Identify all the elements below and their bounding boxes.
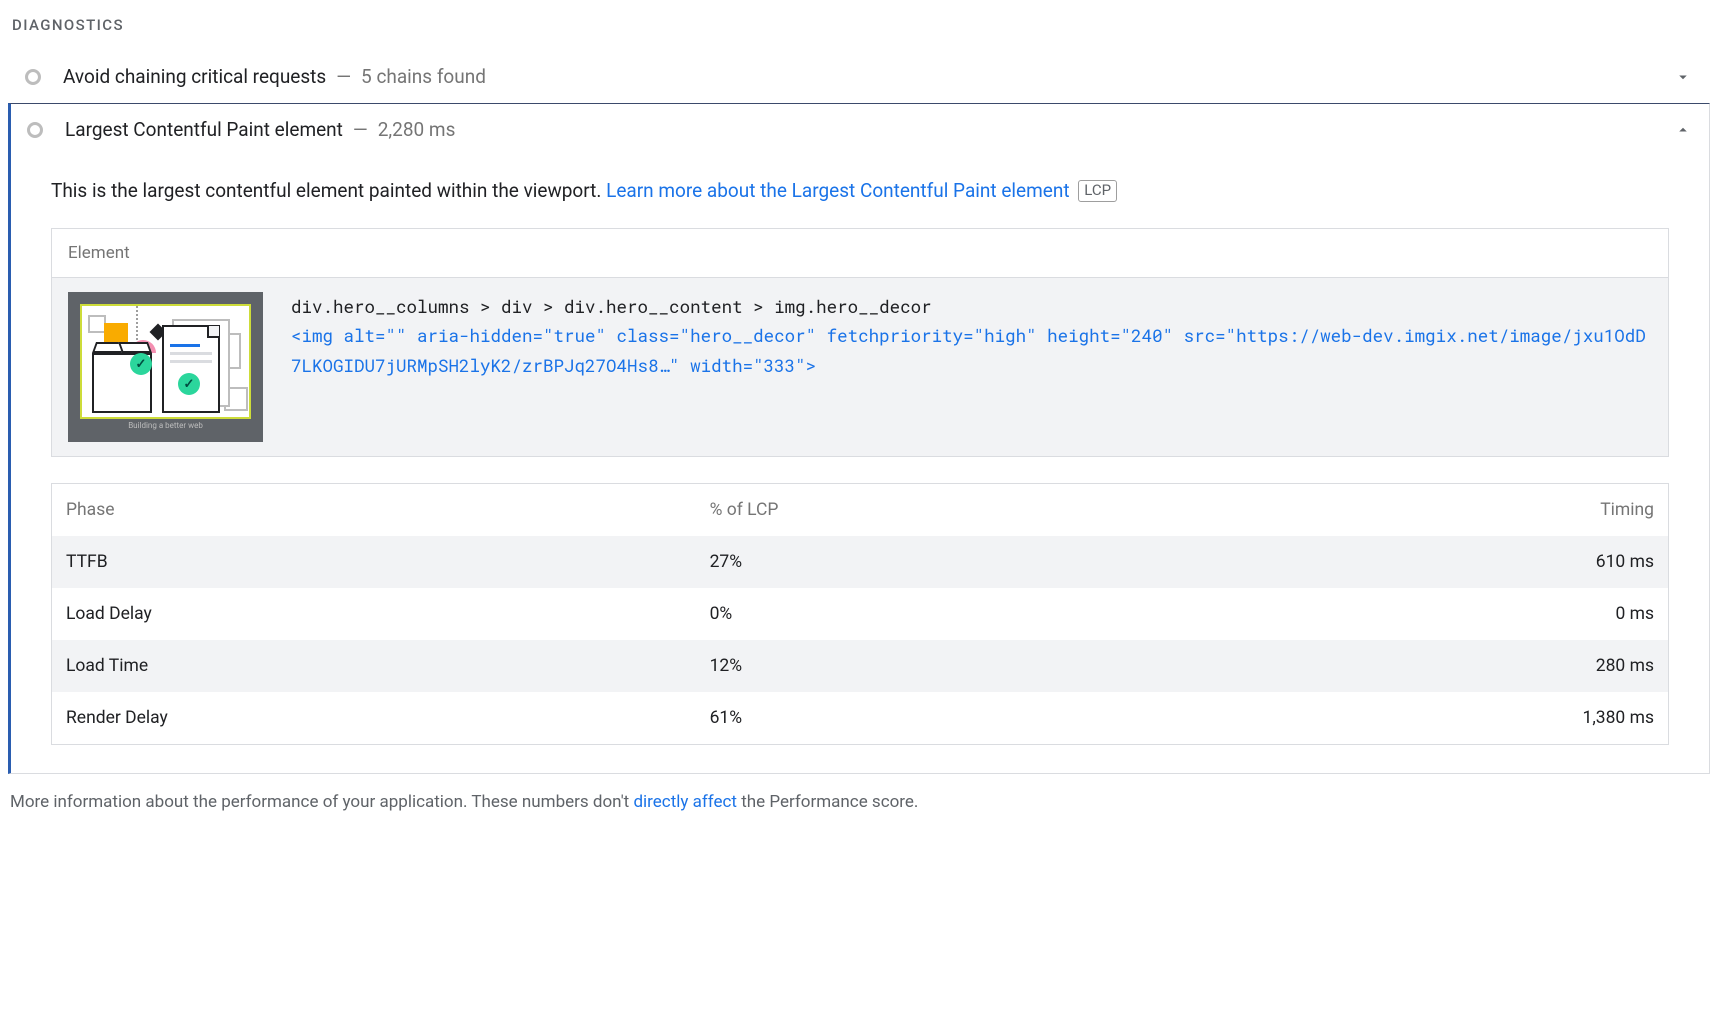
separator: — xyxy=(336,65,351,88)
element-text: div.hero__columns > div > div.hero__cont… xyxy=(291,292,1652,381)
audit-row-lcp-element[interactable]: Largest Contentful Paint element — 2,280… xyxy=(8,103,1710,155)
phase-timing: 1,380 ms xyxy=(1174,692,1668,745)
lcp-detail-panel: This is the largest contentful element p… xyxy=(8,155,1710,774)
learn-more-link[interactable]: Learn more about the Largest Contentful … xyxy=(606,179,1069,202)
phase-timing: 280 ms xyxy=(1174,640,1668,692)
footer-prefix: More information about the performance o… xyxy=(10,792,633,812)
phase-timing: 610 ms xyxy=(1174,536,1668,588)
phase-name: Render Delay xyxy=(52,692,696,745)
col-pct: % of LCP xyxy=(696,483,1175,536)
element-html-snippet: <img alt="" aria-hidden="true" class="he… xyxy=(291,321,1652,381)
element-box: Element xyxy=(51,228,1669,457)
footer-suffix: the Performance score. xyxy=(737,792,918,812)
audit-row-critical-chains[interactable]: Avoid chaining critical requests — 5 cha… xyxy=(8,50,1710,103)
footer-link[interactable]: directly affect xyxy=(633,792,737,812)
phase-timing: 0 ms xyxy=(1174,588,1668,640)
phase-pct: 0% xyxy=(696,588,1175,640)
table-row: Render Delay 61% 1,380 ms xyxy=(52,692,1669,745)
element-box-header: Element xyxy=(52,229,1668,278)
status-circle-icon xyxy=(25,69,41,85)
table-row: Load Time 12% 280 ms xyxy=(52,640,1669,692)
audit-meta: 5 chains found xyxy=(361,65,486,88)
status-circle-icon xyxy=(27,122,43,138)
separator: — xyxy=(353,118,368,141)
lcp-badge: LCP xyxy=(1078,180,1117,202)
description-text: This is the largest contentful element p… xyxy=(51,179,606,202)
phase-pct: 27% xyxy=(696,536,1175,588)
phase-name: TTFB xyxy=(52,536,696,588)
chevron-down-icon[interactable] xyxy=(1673,67,1693,87)
col-phase: Phase xyxy=(52,483,696,536)
audit-title: Largest Contentful Paint element xyxy=(65,118,343,141)
footer-note: More information about the performance o… xyxy=(8,792,1710,812)
table-row: TTFB 27% 610 ms xyxy=(52,536,1669,588)
element-content: ✓ ✓ Building a better web div.hero__colu… xyxy=(52,278,1668,456)
phase-name: Load Delay xyxy=(52,588,696,640)
element-thumbnail: ✓ ✓ Building a better web xyxy=(68,292,263,442)
lcp-description: This is the largest contentful element p… xyxy=(51,177,1669,206)
table-row: Load Delay 0% 0 ms xyxy=(52,588,1669,640)
phase-name: Load Time xyxy=(52,640,696,692)
phase-pct: 12% xyxy=(696,640,1175,692)
section-title: DIAGNOSTICS xyxy=(8,8,1710,50)
chevron-up-icon[interactable] xyxy=(1673,120,1693,140)
element-dom-path: div.hero__columns > div > div.hero__cont… xyxy=(291,292,1652,322)
audit-title: Avoid chaining critical requests xyxy=(63,65,326,88)
audit-meta: 2,280 ms xyxy=(378,118,456,141)
lcp-phase-table: Phase % of LCP Timing TTFB 27% 610 ms Lo… xyxy=(51,483,1669,745)
table-header-row: Phase % of LCP Timing xyxy=(52,483,1669,536)
phase-pct: 61% xyxy=(696,692,1175,745)
thumbnail-caption: Building a better web xyxy=(128,421,203,429)
col-timing: Timing xyxy=(1174,483,1668,536)
